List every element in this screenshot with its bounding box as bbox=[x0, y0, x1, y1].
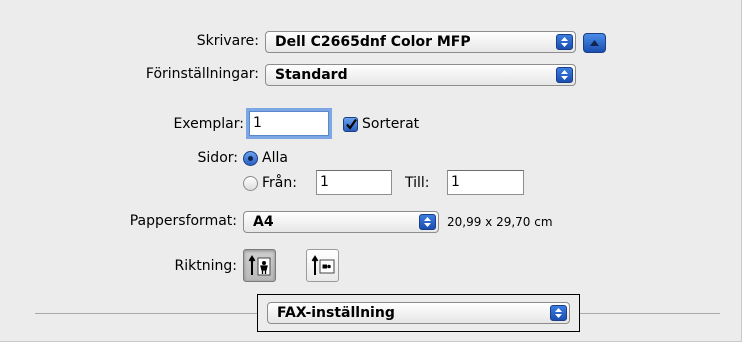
paper-size-popup[interactable]: A4 bbox=[243, 211, 439, 233]
copies-field[interactable]: 1 bbox=[249, 111, 329, 136]
pages-to-label: Till: bbox=[405, 175, 430, 191]
separator-right bbox=[580, 313, 720, 314]
portrait-icon bbox=[248, 255, 271, 276]
popup-arrows-icon bbox=[556, 67, 573, 83]
paper-dimensions: 20,99 x 29,70 cm bbox=[447, 215, 553, 229]
pages-from-label: Från: bbox=[262, 175, 297, 191]
collapse-details-button[interactable] bbox=[583, 33, 606, 53]
printer-label: Skrivare: bbox=[196, 33, 259, 49]
copies-label: Exemplar: bbox=[173, 116, 244, 132]
section-popup-focus-frame: FAX-inställning bbox=[257, 294, 580, 332]
pages-range-radio[interactable] bbox=[243, 176, 258, 191]
paper-size-label: Pappersformat: bbox=[129, 213, 237, 229]
presets-label: Förinställningar: bbox=[145, 66, 259, 82]
pages-from-field[interactable]: 1 bbox=[316, 170, 392, 195]
presets-popup[interactable]: Standard bbox=[265, 64, 576, 86]
pages-all-label: Alla bbox=[262, 150, 288, 166]
popup-arrows-icon bbox=[550, 305, 567, 321]
landscape-icon bbox=[311, 255, 335, 275]
printer-popup[interactable]: Dell C2665dnf Color MFP bbox=[265, 31, 576, 53]
pages-all-radio[interactable] bbox=[243, 151, 258, 166]
pages-label: Sidor: bbox=[197, 150, 238, 166]
portrait-orientation-button[interactable] bbox=[243, 249, 276, 282]
landscape-orientation-button[interactable] bbox=[306, 249, 339, 282]
section-popup[interactable]: FAX-inställning bbox=[267, 302, 570, 324]
pages-to-field[interactable]: 1 bbox=[447, 170, 524, 195]
collate-label: Sorterat bbox=[362, 116, 420, 132]
orientation-label: Riktning: bbox=[174, 258, 237, 274]
section-value: FAX-inställning bbox=[277, 305, 395, 321]
print-dialog-panel: Skrivare: Dell C2665dnf Color MFP Förins… bbox=[0, 0, 742, 342]
paper-size-value: A4 bbox=[253, 214, 274, 230]
separator-left bbox=[35, 313, 257, 314]
collate-checkbox[interactable] bbox=[343, 117, 358, 132]
popup-arrows-icon bbox=[556, 34, 573, 50]
popup-arrows-icon bbox=[419, 214, 436, 230]
printer-value: Dell C2665dnf Color MFP bbox=[275, 34, 471, 50]
presets-value: Standard bbox=[275, 67, 348, 83]
